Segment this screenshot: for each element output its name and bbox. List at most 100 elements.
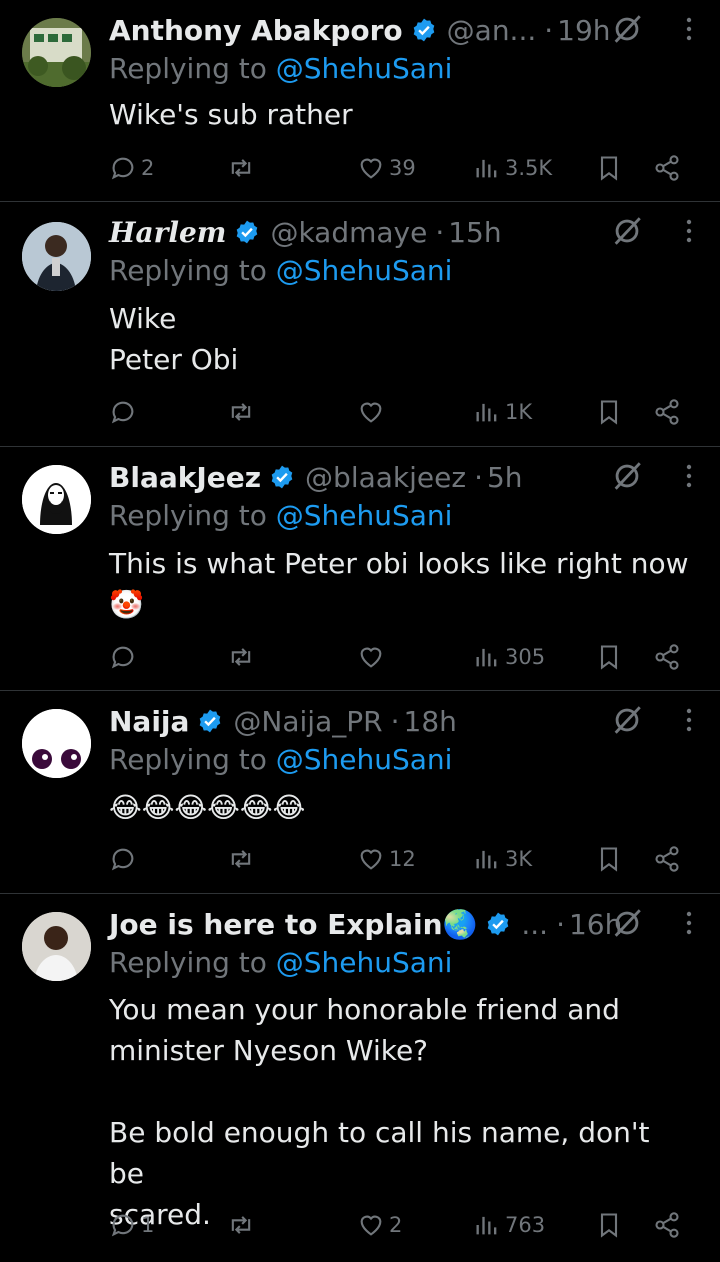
display-name[interactable]: Joe is here to Explain🌏 [109,908,477,941]
share-button[interactable] [653,841,681,877]
more-options-icon[interactable] [684,705,694,735]
separator-dot: · [544,13,554,47]
tweet-line: Wike's sub rather [109,98,353,131]
verified-badge-icon [271,465,293,489]
tweet-line: Peter Obi [109,343,239,376]
handle[interactable]: ... [521,908,548,941]
bookmark-icon [600,1213,618,1238]
repost-button[interactable] [227,1207,259,1243]
bookmark-button[interactable] [595,150,623,186]
repost-icon [231,1216,251,1234]
bookmark-button[interactable] [595,841,623,877]
handle[interactable]: @Naija_PR [233,705,382,738]
reply-tweet[interactable]: Joe is here to Explain🌏 ... · 16h Replyi… [0,894,720,1262]
avatar[interactable] [22,912,91,981]
views-button[interactable]: 305 [473,639,545,675]
display-name[interactable]: Naija [109,705,189,738]
display-name[interactable]: Anthony Abakporo [109,14,403,47]
views-button[interactable]: 1K [473,394,532,430]
like-button[interactable]: 12 [357,841,416,877]
views-button[interactable]: 3.5K [473,150,552,186]
reply-count: 2 [141,156,155,180]
like-count: 39 [389,156,416,180]
avatar[interactable] [22,709,91,778]
repost-button[interactable] [227,150,259,186]
share-button[interactable] [653,394,681,430]
views-count: 3.5K [505,156,553,180]
replying-prefix: Replying to [109,743,276,776]
separator-dot: · [556,907,565,941]
grok-icon[interactable] [610,12,644,46]
handle[interactable]: @an... [447,14,537,47]
views-button[interactable]: 763 [473,1207,545,1243]
action-bar: 1K [109,394,689,430]
mention-link[interactable]: @ShehuSani [276,52,453,85]
share-icon [655,846,679,872]
views-button[interactable]: 3K [473,841,532,877]
more-options-icon[interactable] [684,908,694,938]
timestamp[interactable]: 18h [404,705,457,738]
mention-link[interactable]: @ShehuSani [276,743,453,776]
timestamp[interactable]: 19h [557,14,610,47]
heart-icon [360,647,382,668]
handle[interactable]: @blaakjeez [305,461,466,494]
like-button[interactable]: 2 [357,1207,402,1243]
bookmark-button[interactable] [595,639,623,675]
reply-button[interactable] [109,394,141,430]
action-bar: 2 39 3.5K [109,150,689,186]
like-count: 12 [389,847,416,871]
display-name[interactable]: Harlem [109,216,226,249]
repost-icon [231,850,251,868]
avatar[interactable] [22,222,91,291]
tweet-line: Wike [109,302,177,335]
repost-icon [231,648,251,666]
reply-tweet[interactable]: Harlem @kadmaye · 15h Replying to @Shehu… [0,202,720,447]
reply-button[interactable] [109,639,141,675]
reply-button[interactable]: 1 [109,1207,154,1243]
like-button[interactable] [357,639,389,675]
heart-icon [360,402,382,423]
avatar[interactable] [22,18,91,87]
handle[interactable]: @kadmaye [270,216,427,249]
repost-button[interactable] [227,639,259,675]
separator-dot: · [474,460,483,494]
reply-tweet[interactable]: BlaakJeez @blaakjeez · 5h Replying to @S… [0,447,720,691]
views-chart-icon [476,1216,497,1235]
mention-link[interactable]: @ShehuSani [276,946,453,979]
reply-button[interactable]: 2 [109,150,154,186]
verified-badge-icon [200,709,221,733]
grok-icon[interactable] [610,459,644,493]
display-name[interactable]: BlaakJeez [109,461,261,494]
reply-icon [111,401,134,424]
mention-link[interactable]: @ShehuSani [276,254,453,287]
grok-icon[interactable] [610,703,644,737]
bookmark-button[interactable] [595,394,623,430]
timestamp[interactable]: 5h [487,461,523,494]
share-button[interactable] [653,150,681,186]
avatar[interactable] [22,465,91,534]
repost-button[interactable] [227,841,259,877]
bookmark-icon [600,156,618,181]
timestamp[interactable]: 15h [448,216,501,249]
repost-button[interactable] [227,394,259,430]
tweet-text: Wike's sub rather [109,94,690,135]
grok-icon[interactable] [610,214,644,248]
reply-tweet[interactable]: Anthony Abakporo @an... · 19h Replying t… [0,0,720,202]
like-button[interactable]: 39 [357,150,416,186]
like-button[interactable] [357,394,389,430]
verified-badge-icon [413,18,434,42]
share-button[interactable] [653,639,681,675]
more-options-icon[interactable] [684,14,694,44]
reply-tweet[interactable]: Naija @Naija_PR · 18h Replying to @Shehu… [0,691,720,894]
reply-icon [111,848,134,871]
mention-link[interactable]: @ShehuSani [276,499,453,532]
repost-icon [231,403,251,421]
grok-icon[interactable] [610,906,644,940]
more-options-icon[interactable] [684,216,694,246]
reply-button[interactable] [109,841,141,877]
bookmark-button[interactable] [595,1207,623,1243]
share-icon [655,155,679,181]
like-count: 2 [389,1213,403,1237]
more-options-icon[interactable] [684,461,694,491]
share-button[interactable] [653,1207,681,1243]
